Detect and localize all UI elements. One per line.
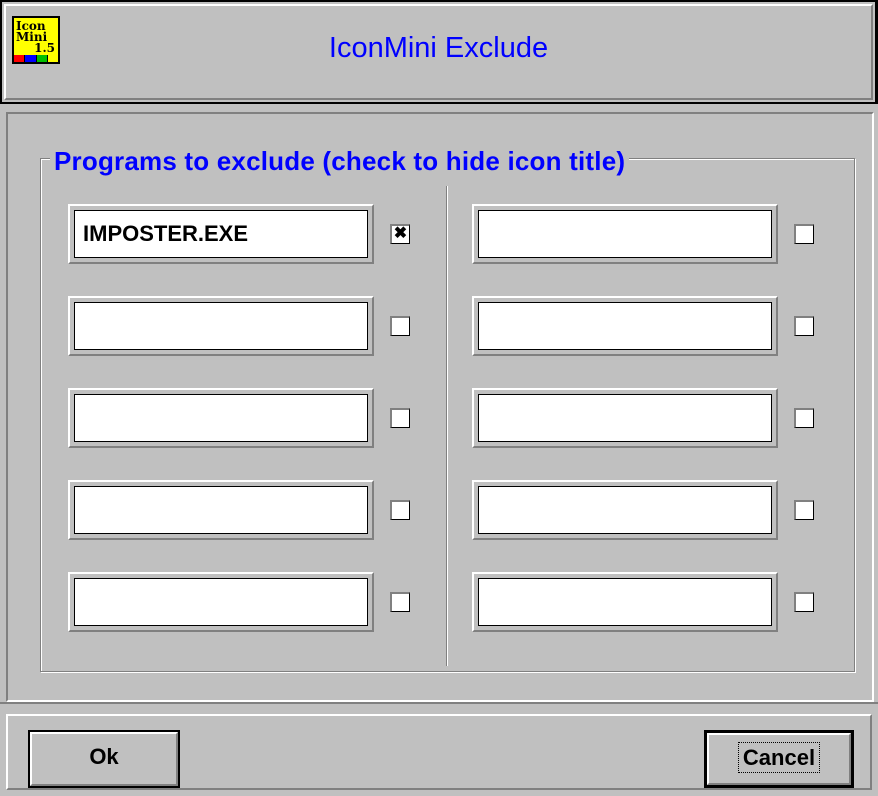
dialog-title: IconMini Exclude: [328, 32, 549, 64]
program-name-input[interactable]: [478, 486, 772, 534]
program-name-input[interactable]: [74, 486, 368, 534]
program-name-input[interactable]: [478, 210, 772, 258]
program-name-field[interactable]: [472, 572, 778, 632]
cancel-button[interactable]: Cancel: [704, 730, 854, 788]
groupbox-label: Programs to exclude (check to hide icon …: [50, 146, 630, 177]
ok-button[interactable]: Ok: [28, 730, 180, 788]
exclude-dialog: Icon Mini 1.5 IconMini Exclude Programs …: [0, 0, 878, 796]
program-name-input[interactable]: [74, 394, 368, 442]
dialog-header: Icon Mini 1.5 IconMini Exclude: [0, 0, 878, 104]
program-name-input[interactable]: [74, 302, 368, 350]
hide-title-checkbox[interactable]: [794, 592, 814, 612]
program-name-field[interactable]: IMPOSTER.EXE: [68, 204, 374, 264]
hide-title-checkbox[interactable]: [390, 592, 410, 612]
hide-title-checkbox[interactable]: [794, 316, 814, 336]
program-name-input[interactable]: [478, 578, 772, 626]
hide-title-checkbox[interactable]: [794, 500, 814, 520]
hide-title-checkbox[interactable]: [794, 408, 814, 428]
program-name-field[interactable]: [472, 204, 778, 264]
program-name-field[interactable]: [68, 480, 374, 540]
hide-title-checkbox[interactable]: [390, 500, 410, 520]
program-name-field[interactable]: [68, 296, 374, 356]
program-name-field[interactable]: [68, 388, 374, 448]
hide-title-checkbox[interactable]: [390, 316, 410, 336]
program-name-field[interactable]: [472, 388, 778, 448]
program-name-input[interactable]: [74, 578, 368, 626]
hide-title-checkbox[interactable]: ✖: [390, 224, 410, 244]
program-name-input[interactable]: [478, 394, 772, 442]
hide-title-checkbox[interactable]: [794, 224, 814, 244]
program-name-input[interactable]: [478, 302, 772, 350]
button-bar: Ok Cancel: [0, 702, 878, 796]
program-name-field[interactable]: [472, 296, 778, 356]
hide-title-checkbox[interactable]: [390, 408, 410, 428]
column-divider: [446, 186, 447, 666]
program-name-field[interactable]: [472, 480, 778, 540]
program-name-input[interactable]: IMPOSTER.EXE: [74, 210, 368, 258]
program-name-field[interactable]: [68, 572, 374, 632]
